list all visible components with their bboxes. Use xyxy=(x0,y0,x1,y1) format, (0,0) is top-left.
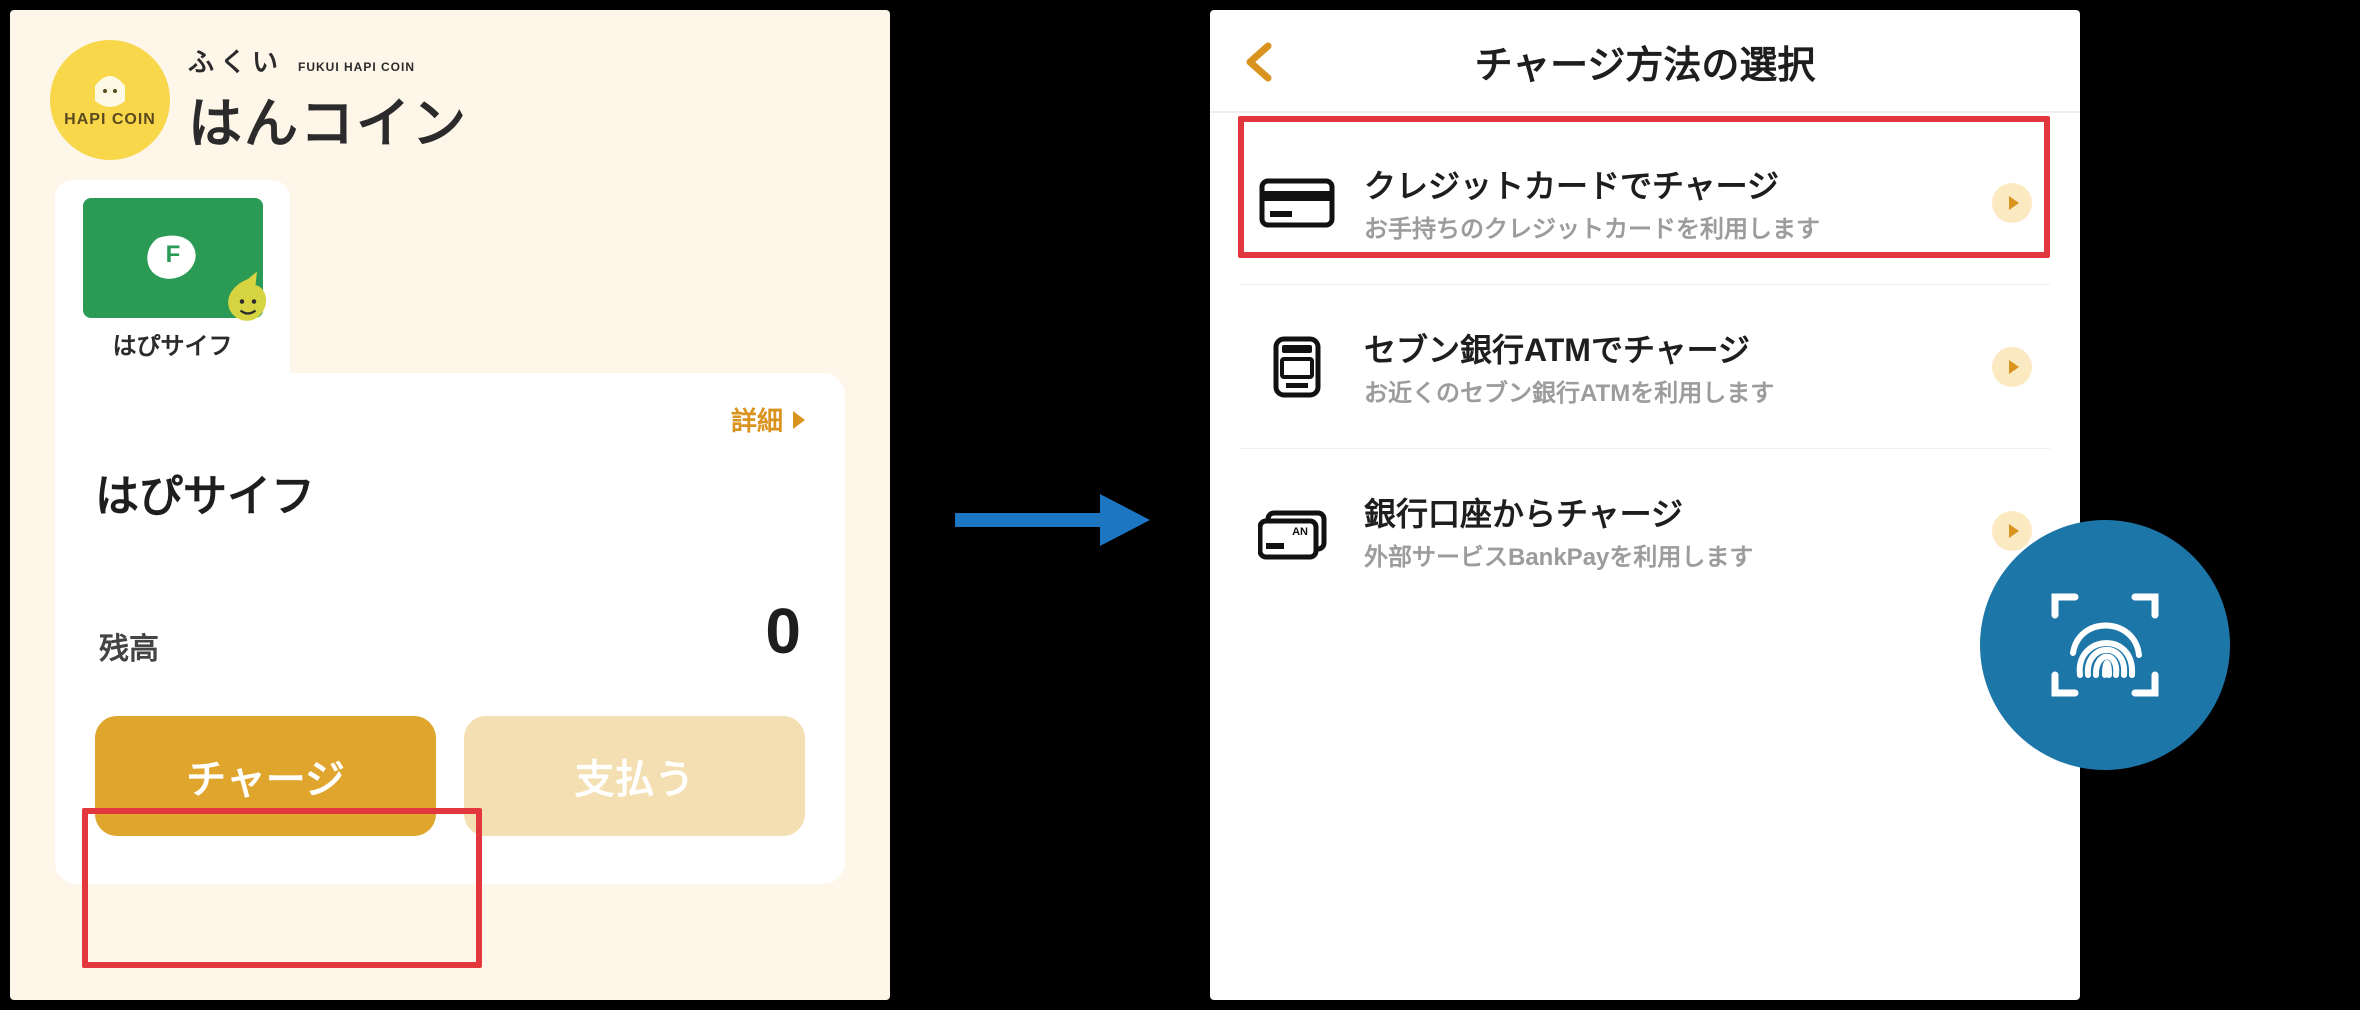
charge-option-sub: お近くのセブン銀行ATMを利用します xyxy=(1364,373,1964,408)
brand-sub-en: FUKUI HAPI COIN xyxy=(298,60,415,74)
wallet-card: 詳細 はぴサイフ 残高 0 チャージ 支払う xyxy=(55,373,845,884)
brand-text: ふくい FUKUI HAPI COIN はんコイン xyxy=(188,42,468,158)
charge-option-title: 銀行口座からチャージ xyxy=(1364,489,1964,535)
wallet-title: はぴサイフ xyxy=(95,460,805,524)
hapi-coin-badge: HAPI COIN xyxy=(50,40,170,160)
wallet-tab-image: F xyxy=(83,198,263,318)
atm-icon xyxy=(1258,335,1336,399)
wallet-card-wrap: F はぴサイフ 詳細 はぴサイフ 残高 0 xyxy=(10,180,890,884)
charge-option-bank-account[interactable]: AN 銀行口座からチャージ 外部サービスBankPayを利用します xyxy=(1240,449,2050,612)
balance-value: 0 xyxy=(765,594,801,668)
hapi-coin-badge-label: HAPI COIN xyxy=(64,111,156,129)
charge-button[interactable]: チャージ xyxy=(95,716,436,836)
detail-link[interactable]: 詳細 xyxy=(731,401,805,438)
fingerprint-icon xyxy=(2035,575,2175,715)
svg-text:F: F xyxy=(165,241,180,268)
balance-label: 残高 xyxy=(99,624,159,668)
credit-card-icon xyxy=(1258,171,1336,235)
pay-button[interactable]: 支払う xyxy=(464,716,805,836)
back-button[interactable] xyxy=(1240,42,1280,82)
fingerprint-button[interactable] xyxy=(1980,520,2230,770)
charge-option-sub: 外部サービスBankPayを利用します xyxy=(1364,537,1964,572)
app-screen-charge-method: チャージ方法の選択 クレジットカードでチャージ お手持ちのクレジットカードを利用… xyxy=(1210,10,2080,1000)
charge-options-list: クレジットカードでチャージ お手持ちのクレジットカードを利用します セブン銀行A… xyxy=(1210,113,2080,620)
charge-option-title: セブン銀行ATMでチャージ xyxy=(1364,325,1964,371)
svg-text:AN: AN xyxy=(1292,526,1308,538)
bank-account-icon: AN xyxy=(1258,499,1336,563)
brand-header: HAPI COIN ふくい FUKUI HAPI COIN はんコイン xyxy=(10,10,890,180)
charge-screen-title: チャージ方法の選択 xyxy=(1280,34,2010,89)
charge-option-title: クレジットカードでチャージ xyxy=(1364,161,1964,207)
brand-furigana: ふくい xyxy=(188,42,284,79)
charge-option-atm[interactable]: セブン銀行ATMでチャージ お近くのセブン銀行ATMを利用します xyxy=(1240,285,2050,449)
brand-logo-text: はんコイン xyxy=(188,79,468,158)
charge-screen-header: チャージ方法の選択 xyxy=(1210,10,2080,113)
app-screen-wallet: HAPI COIN ふくい FUKUI HAPI COIN はんコイン F はぴ… xyxy=(10,10,890,1000)
charge-option-credit-card[interactable]: クレジットカードでチャージ お手持ちのクレジットカードを利用します xyxy=(1240,121,2050,285)
chevron-right-icon xyxy=(793,411,805,429)
wallet-balance-row: 残高 0 xyxy=(95,594,805,668)
chevron-right-icon xyxy=(1992,511,2032,551)
charge-option-sub: お手持ちのクレジットカードを利用します xyxy=(1364,209,1964,244)
wallet-tab[interactable]: F はぴサイフ xyxy=(55,180,290,373)
wallet-tab-label: はぴサイフ xyxy=(113,326,233,361)
mascot-icon xyxy=(213,270,283,330)
flow-arrow xyxy=(950,480,1150,565)
chevron-right-icon xyxy=(1992,183,2032,223)
chevron-right-icon xyxy=(1992,347,2032,387)
detail-link-label: 詳細 xyxy=(731,401,783,438)
